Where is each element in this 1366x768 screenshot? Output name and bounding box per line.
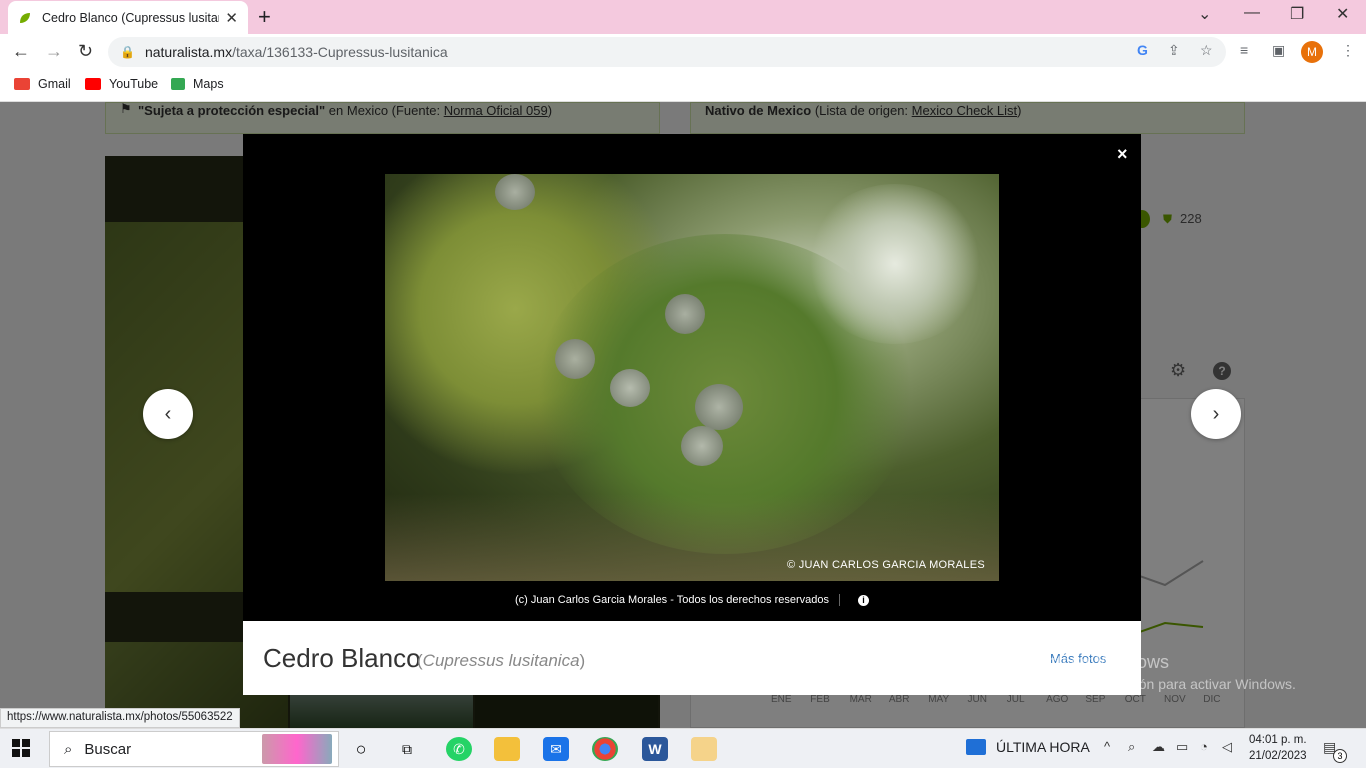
paint-icon[interactable] xyxy=(691,737,717,761)
cortana-icon[interactable]: ○ xyxy=(348,737,374,761)
link-status-bubble: https://www.naturalista.mx/photos/550635… xyxy=(0,708,240,728)
cone-blob xyxy=(681,426,723,466)
meet-icon[interactable]: ⌕ xyxy=(1128,739,1135,755)
restore-button[interactable]: ❐ xyxy=(1290,4,1304,24)
word-icon[interactable]: W xyxy=(642,737,668,761)
caption-divider xyxy=(839,594,841,607)
previous-photo-button[interactable]: ‹ xyxy=(143,389,193,439)
clock-date: 21/02/2023 xyxy=(1249,750,1307,762)
cone-blob xyxy=(665,294,705,334)
file-explorer-icon[interactable] xyxy=(494,737,520,761)
bookmark-label: Maps xyxy=(193,77,224,91)
tab-title: Cedro Blanco (Cupressus lusitanica xyxy=(42,10,219,25)
url-path: /taxa/136133-Cupressus-lusitanica xyxy=(232,44,448,60)
browser-toolbar: ← → ↻ 🔒 naturalista.mx/taxa/136133-Cupre… xyxy=(0,34,1366,70)
tab-close-icon[interactable]: ✕ xyxy=(225,9,238,27)
new-tab-button[interactable]: + xyxy=(258,4,271,30)
attribution-text: (c) Juan Carlos Garcia Morales - Todos l… xyxy=(514,594,830,606)
search-icon: ⌕ xyxy=(64,740,73,758)
paren-close: ) xyxy=(579,651,586,670)
windows-start-icon[interactable] xyxy=(12,739,30,757)
profile-avatar[interactable]: M xyxy=(1301,41,1323,63)
clock-time: 04:01 p. m. xyxy=(1249,734,1307,746)
info-icon[interactable]: i xyxy=(858,595,870,606)
news-label: ÚLTIMA HORA xyxy=(996,739,1090,755)
address-bar[interactable]: 🔒 naturalista.mx/taxa/136133-Cupressus-l… xyxy=(108,37,1226,67)
sky-bokeh-blob xyxy=(805,184,985,344)
activate-windows-title: Activar Windows xyxy=(1036,652,1170,672)
windows-taskbar: ⌕ Buscar ○ ⧉ ✆ ✉ W ÚLTIMA HORA ^ ⌕ ☁ ▭ ◔… xyxy=(0,728,1366,768)
news-icon xyxy=(966,739,986,755)
bookmark-maps[interactable]: Maps xyxy=(171,77,224,91)
modal-photo: © JUAN CARLOS GARCIA MORALES xyxy=(385,174,999,581)
bookmarks-bar: Gmail YouTube Maps xyxy=(0,70,1366,102)
browser-tab[interactable]: Cedro Blanco (Cupressus lusitanica ✕ xyxy=(8,1,248,34)
gmail-icon xyxy=(14,78,30,90)
photo-attribution: (c) Juan Carlos Garcia Morales - Todos l… xyxy=(243,594,1141,607)
browser-tab-bar: Cedro Blanco (Cupressus lusitanica ✕ + ⌄… xyxy=(0,0,1366,34)
activate-windows-subtitle: Ve a Configuración para activar Windows. xyxy=(1036,676,1296,692)
taskbar-search[interactable]: ⌕ Buscar xyxy=(49,731,339,767)
side-panel-icon[interactable]: ▣ xyxy=(1272,42,1285,59)
scientific-name-text: Cupressus lusitanica xyxy=(422,651,580,670)
forward-icon[interactable]: → xyxy=(45,41,63,62)
photo-modal: × © JUAN CARLOS GARCIA MORALES (c) Juan … xyxy=(243,134,1141,695)
battery-icon[interactable]: ▭ xyxy=(1176,739,1188,755)
modal-footer: Cedro Blanco (Cupressus lusitanica) Más … xyxy=(243,621,1141,695)
task-view-icon[interactable]: ⧉ xyxy=(394,737,420,761)
bookmark-label: Gmail xyxy=(38,77,71,91)
share-icon[interactable]: ⇪ xyxy=(1168,42,1180,59)
chrome-icon[interactable] xyxy=(592,737,618,761)
volume-icon[interactable]: ◁ xyxy=(1222,739,1232,755)
menu-dots-icon[interactable]: ⋮ xyxy=(1341,42,1355,59)
notifications-count: 3 xyxy=(1333,749,1347,763)
bookmark-star-icon[interactable]: ☆ xyxy=(1200,42,1213,59)
minimize-button[interactable]: — xyxy=(1244,4,1260,22)
lock-icon: 🔒 xyxy=(120,45,135,59)
cone-blob xyxy=(495,174,535,210)
media-queue-icon[interactable]: ≡ xyxy=(1240,42,1248,58)
whatsapp-icon[interactable]: ✆ xyxy=(446,737,472,761)
mail-icon[interactable]: ✉ xyxy=(543,737,569,761)
tray-expand-icon[interactable]: ^ xyxy=(1104,739,1110,754)
bookmark-gmail[interactable]: Gmail xyxy=(14,77,71,91)
common-name: Cedro Blanco xyxy=(263,643,421,673)
youtube-icon xyxy=(85,78,101,90)
photo-watermark: © JUAN CARLOS GARCIA MORALES xyxy=(786,559,985,571)
search-placeholder: Buscar xyxy=(84,740,132,758)
bookmark-label: YouTube xyxy=(109,77,159,91)
tab-search-icon[interactable]: ⌄ xyxy=(1198,4,1211,24)
google-icon[interactable]: G xyxy=(1137,42,1148,58)
modal-close-button[interactable]: × xyxy=(1117,144,1128,165)
scientific-name: (Cupressus lusitanica) xyxy=(417,651,585,671)
url-host: naturalista.mx xyxy=(144,44,233,60)
maps-icon xyxy=(171,78,185,90)
back-icon[interactable]: ← xyxy=(12,41,30,62)
wifi-icon[interactable]: ◔ xyxy=(1200,739,1208,754)
search-highlight-image xyxy=(262,734,332,764)
next-photo-button[interactable]: › xyxy=(1191,389,1241,439)
news-widget[interactable]: ÚLTIMA HORA xyxy=(966,739,1090,755)
cone-blob xyxy=(695,384,743,430)
bookmark-youtube[interactable]: YouTube xyxy=(85,77,158,91)
close-window-button[interactable]: ✕ xyxy=(1336,4,1349,24)
cone-blob xyxy=(555,339,595,379)
reload-icon[interactable]: ↻ xyxy=(78,41,93,62)
cone-blob xyxy=(610,369,650,407)
leaf-icon xyxy=(20,12,30,23)
onedrive-icon[interactable]: ☁ xyxy=(1152,739,1165,755)
taskbar-clock[interactable]: 04:01 p. m. 21/02/2023 xyxy=(1249,732,1307,764)
